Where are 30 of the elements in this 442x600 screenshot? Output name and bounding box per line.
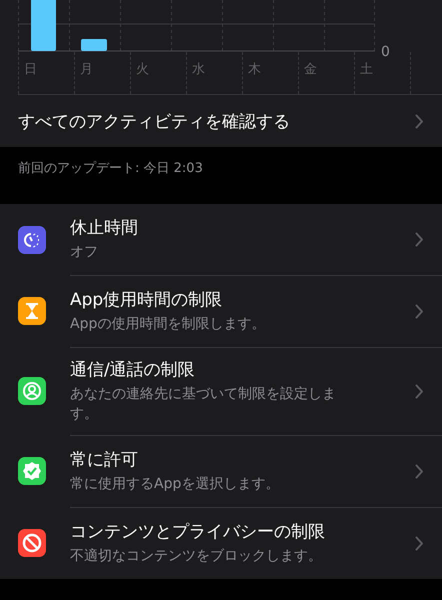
chevron-icon	[415, 384, 424, 399]
chevron-icon	[415, 536, 424, 551]
row-subtitle: あなたの連絡先に基づいて制限を設定します。	[70, 385, 337, 424]
row-subtitle: Appの使用時間を制限します。	[70, 315, 266, 334]
row-title: 常に許可	[70, 448, 139, 471]
settings-row[interactable]: 常に許可 常に使用するAppを選択します。	[0, 434, 442, 507]
day-label: 日	[18, 52, 74, 94]
row-title: 休止時間	[70, 217, 139, 240]
day-label: 木	[242, 52, 298, 94]
row-subtitle: オフ	[70, 243, 99, 262]
day-label: 月	[74, 52, 130, 94]
row-title: App使用時間の制限	[70, 289, 224, 312]
settings-row[interactable]: 休止時間 オフ	[0, 204, 442, 275]
chevron-icon	[415, 464, 424, 479]
row-title: コンテンツとプライバシーの制限	[70, 520, 326, 543]
day-label: 火	[130, 52, 186, 94]
chevron-icon	[415, 114, 424, 128]
chevron-icon	[415, 232, 424, 247]
see-all-activity-link[interactable]: すべてのアクティビティを確認する	[18, 94, 442, 147]
day-label: 水	[186, 52, 242, 94]
chevron-icon	[415, 304, 424, 319]
last-update-text: 前回のアップデート: 今日 2:03	[18, 161, 203, 176]
row-title: 通信/通話の制限	[70, 359, 196, 381]
settings-row[interactable]: App使用時間の制限 Appの使用時間を制限します。	[0, 275, 442, 347]
settings-row[interactable]: 通信/通話の制限 あなたの連絡先に基づいて制限を設定します。	[0, 347, 442, 435]
day-label: 金	[298, 52, 354, 94]
settings-row[interactable]: コンテンツとプライバシーの制限 不適切なコンテンツをブロックします。	[0, 506, 442, 579]
row-subtitle: 常に使用するAppを選択します。	[70, 474, 280, 494]
link-label: すべてのアクティビティを確認する	[18, 110, 290, 132]
row-subtitle: 不適切なコンテンツをブロックします。	[70, 546, 323, 566]
